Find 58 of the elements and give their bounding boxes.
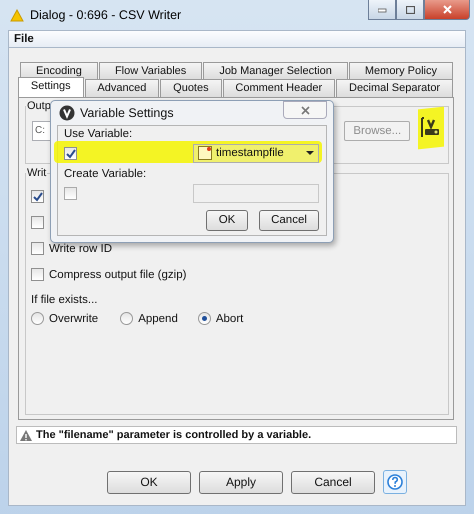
maximize-button[interactable] xyxy=(396,0,424,20)
option-label: If file exists... xyxy=(31,294,98,306)
close-icon xyxy=(300,106,310,114)
checkbox[interactable] xyxy=(31,190,44,203)
radio-label: Append xyxy=(138,312,178,324)
radio-label: Abort xyxy=(216,312,244,324)
tab[interactable]: Quotes xyxy=(160,79,222,97)
caret-icon xyxy=(306,151,314,155)
section-label: Create Variable: xyxy=(64,168,148,182)
dialog-button[interactable]: Cancel xyxy=(259,210,319,231)
checkbox[interactable] xyxy=(64,186,77,200)
tab[interactable]: Encoding xyxy=(20,62,98,79)
minimize-button[interactable] xyxy=(368,0,396,20)
check-icon xyxy=(32,191,43,202)
close-button[interactable] xyxy=(424,0,470,20)
tab[interactable]: Comment Header xyxy=(222,79,336,97)
variable-dropdown[interactable]: timestampfile xyxy=(193,144,319,162)
variable-button[interactable] xyxy=(420,116,442,138)
check-icon xyxy=(65,148,76,158)
help-icon xyxy=(387,474,403,490)
close-button[interactable] xyxy=(283,101,327,119)
radio-button[interactable] xyxy=(31,312,44,325)
dialog-button[interactable]: OK xyxy=(107,470,191,494)
menu-item[interactable]: File xyxy=(9,33,39,45)
checkbox[interactable] xyxy=(31,216,44,229)
group-label: Outp xyxy=(26,100,52,112)
warning-message: The "filename" parameter is controlled by a variable. xyxy=(36,429,312,441)
checkbox[interactable] xyxy=(31,242,44,255)
tab[interactable]: Decimal Separator xyxy=(336,79,453,97)
variable-icon xyxy=(421,116,442,138)
dialog-button[interactable]: OK xyxy=(206,210,248,231)
checkbox-label: Write row ID xyxy=(49,242,112,254)
radio-button[interactable] xyxy=(198,312,211,325)
tab[interactable]: Memory Policy xyxy=(348,62,454,79)
tab[interactable]: Flow Variables xyxy=(98,62,202,79)
section-label: Use Variable: xyxy=(64,128,134,142)
tab[interactable]: Job Manager Selection xyxy=(203,62,348,79)
checkbox[interactable] xyxy=(31,268,44,281)
warning-icon xyxy=(19,428,33,442)
dialog-title: Variable Settings xyxy=(80,106,174,120)
dropdown-value: timestampfile xyxy=(216,147,285,159)
radio-button[interactable] xyxy=(120,312,134,325)
warning-triangle-icon xyxy=(10,8,24,22)
window-title: Dialog - 0:696 - CSV Writer xyxy=(30,8,182,22)
variable-name-field[interactable] xyxy=(193,184,319,202)
dialog-button[interactable]: Apply xyxy=(199,470,283,494)
group-label: Writ xyxy=(26,167,48,179)
checkbox-label: Compress output file (gzip) xyxy=(49,268,186,280)
dialog-button[interactable]: Cancel xyxy=(291,470,375,494)
close-icon xyxy=(442,5,452,14)
radio-label: Overwrite xyxy=(49,312,98,324)
tab[interactable]: Settings xyxy=(18,77,84,97)
minimize-icon xyxy=(378,6,386,14)
variable-icon xyxy=(59,105,75,121)
maximize-icon xyxy=(406,6,414,14)
help-button[interactable] xyxy=(383,470,407,494)
checkbox[interactable] xyxy=(64,146,77,160)
tab[interactable]: Advanced xyxy=(84,79,160,97)
